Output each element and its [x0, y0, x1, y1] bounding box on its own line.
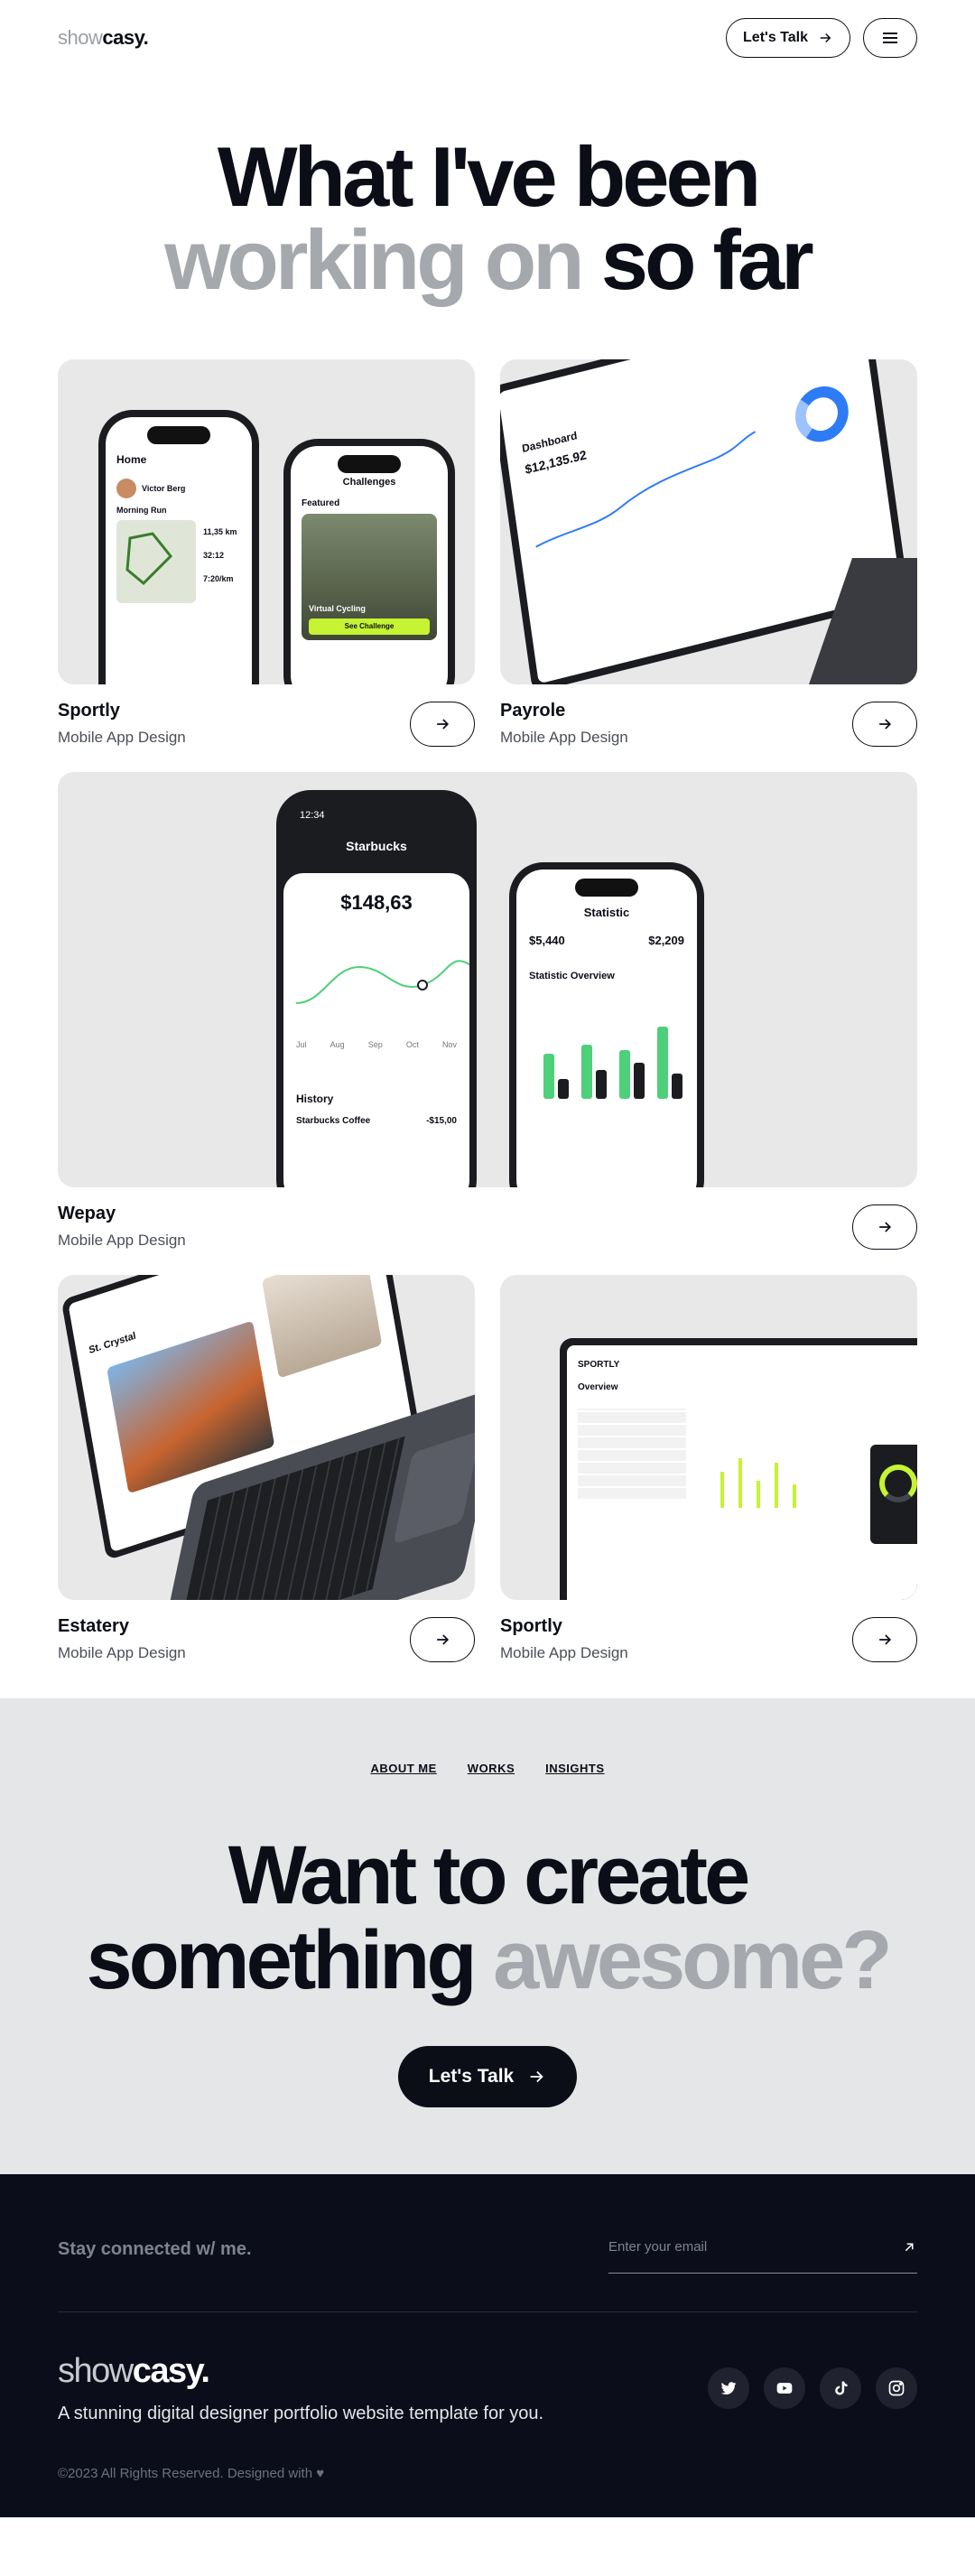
arrow-right-icon [879, 1633, 892, 1645]
tiktok-icon [835, 2381, 848, 2395]
instagram-link[interactable] [876, 2367, 917, 2409]
twitter-icon [720, 2382, 737, 2395]
area-chart [295, 960, 469, 1004]
site-header: showcasy. Let's Talk [0, 0, 975, 76]
project-thumbnail[interactable]: Dashboard $12,135.92 [500, 359, 917, 684]
footer-main: showcasy. A stunning digital designer po… [58, 2312, 917, 2424]
newsletter-row: Stay connected w/ me. [58, 2221, 917, 2312]
view-project-button[interactable] [852, 1616, 917, 1662]
project-title: Estatery [58, 1616, 129, 1636]
project-card-sportly-web[interactable]: SPORTLY Overview 80 [500, 1275, 917, 1662]
arrow-right-icon [530, 2070, 543, 2083]
project-card-wepay[interactable]: 12:34 Starbucks $148,63 Jul Aug Sep Oct … [58, 772, 917, 1250]
phone-mockup: Home Victor Berg Morning Run 11,35 km 32… [98, 410, 259, 684]
view-project-button[interactable] [410, 1616, 475, 1662]
sleep-score-card: 80 [870, 1445, 917, 1544]
arrow-right-icon [820, 33, 831, 43]
nav-link-works[interactable]: WORKS [468, 1762, 515, 1775]
footer-tagline: A stunning digital designer portfolio we… [58, 2404, 544, 2423]
arrow-right-icon [879, 718, 892, 730]
phone-mockup: Challenges Featured Virtual Cycling See … [283, 439, 455, 684]
project-title: Payrole [500, 701, 566, 721]
project-title: Wepay [58, 1204, 116, 1223]
phone-mockup: Statistic $5,440 $2,209 Statistic Overvi… [509, 862, 704, 1187]
challenge-image: Virtual Cycling See Challenge [302, 514, 437, 640]
logo[interactable]: showcasy. [58, 26, 149, 50]
project-card-payrole[interactable]: Dashboard $12,135.92 Payrole Mobile App … [500, 359, 917, 747]
cta-section: ABOUT ME WORKS INSIGHTS Want to create s… [0, 1698, 975, 2174]
nav-link-about[interactable]: ABOUT ME [370, 1762, 436, 1775]
project-thumbnail[interactable]: St. Crystal [58, 1275, 475, 1600]
arrow-up-right-icon[interactable] [901, 2239, 917, 2255]
menu-button[interactable] [863, 18, 917, 58]
email-input[interactable] [608, 2239, 861, 2255]
project-category: Mobile App Design [58, 729, 186, 746]
lets-talk-button[interactable]: Let's Talk [726, 18, 850, 58]
instagram-icon [888, 2380, 905, 2396]
project-card-estatery[interactable]: St. Crystal Estatery Mobile App Design [58, 1275, 475, 1662]
footer-logo[interactable]: showcasy. [58, 2352, 543, 2391]
project-thumbnail[interactable]: SPORTLY Overview 80 [500, 1275, 917, 1600]
project-category: Mobile App Design [500, 729, 628, 746]
projects-grid: Home Victor Berg Morning Run 11,35 km 32… [0, 359, 975, 1662]
social-links [708, 2367, 917, 2409]
view-project-button[interactable] [410, 701, 475, 747]
interior-image [261, 1275, 383, 1379]
cta-nav: ABOUT ME WORKS INSIGHTS [0, 1762, 975, 1775]
cta-title: Want to create something awesome? [86, 1829, 892, 2006]
project-title: Sportly [58, 701, 120, 721]
project-thumbnail[interactable]: Home Victor Berg Morning Run 11,35 km 32… [58, 359, 475, 684]
project-title: Sportly [500, 1616, 562, 1636]
phone-mockup: 12:34 Starbucks $148,63 Jul Aug Sep Oct … [276, 790, 477, 1187]
site-footer: Stay connected w/ me. showcasy. A stunni… [0, 2174, 975, 2517]
arrow-right-icon [437, 1633, 450, 1645]
nav-link-insights[interactable]: INSIGHTS [545, 1762, 604, 1775]
project-category: Mobile App Design [58, 1644, 186, 1661]
bar-chart [529, 990, 684, 1117]
tiktok-link[interactable] [820, 2367, 861, 2409]
calendar [578, 1409, 686, 1499]
map-preview [116, 520, 196, 603]
menu-icon [883, 33, 897, 43]
newsletter-label: Stay connected w/ me. [58, 2239, 252, 2259]
laptop-mockup: SPORTLY Overview 80 [560, 1338, 917, 1600]
line-chart [535, 431, 757, 548]
project-category: Mobile App Design [58, 1232, 186, 1249]
arrow-right-icon [879, 1221, 892, 1232]
avatar [116, 479, 136, 498]
hero-title: What I've been working on so far [164, 129, 813, 307]
hero: What I've been working on so far [0, 76, 975, 359]
youtube-icon [776, 2383, 793, 2394]
email-box [608, 2221, 917, 2274]
cta-lets-talk-button[interactable]: Let's Talk [397, 2046, 578, 2107]
view-project-button[interactable] [852, 1204, 917, 1250]
view-project-button[interactable] [852, 701, 917, 747]
project-thumbnail[interactable]: 12:34 Starbucks $148,63 Jul Aug Sep Oct … [58, 772, 917, 1187]
youtube-link[interactable] [764, 2367, 805, 2409]
header-actions: Let's Talk [726, 18, 917, 58]
project-category: Mobile App Design [500, 1644, 628, 1661]
project-card-sportly[interactable]: Home Victor Berg Morning Run 11,35 km 32… [58, 359, 475, 747]
arrow-right-icon [437, 718, 450, 730]
copyright: ©2023 All Rights Reserved. Designed with… [58, 2466, 325, 2481]
twitter-link[interactable] [708, 2367, 749, 2409]
sleep-chart [711, 1445, 829, 1508]
